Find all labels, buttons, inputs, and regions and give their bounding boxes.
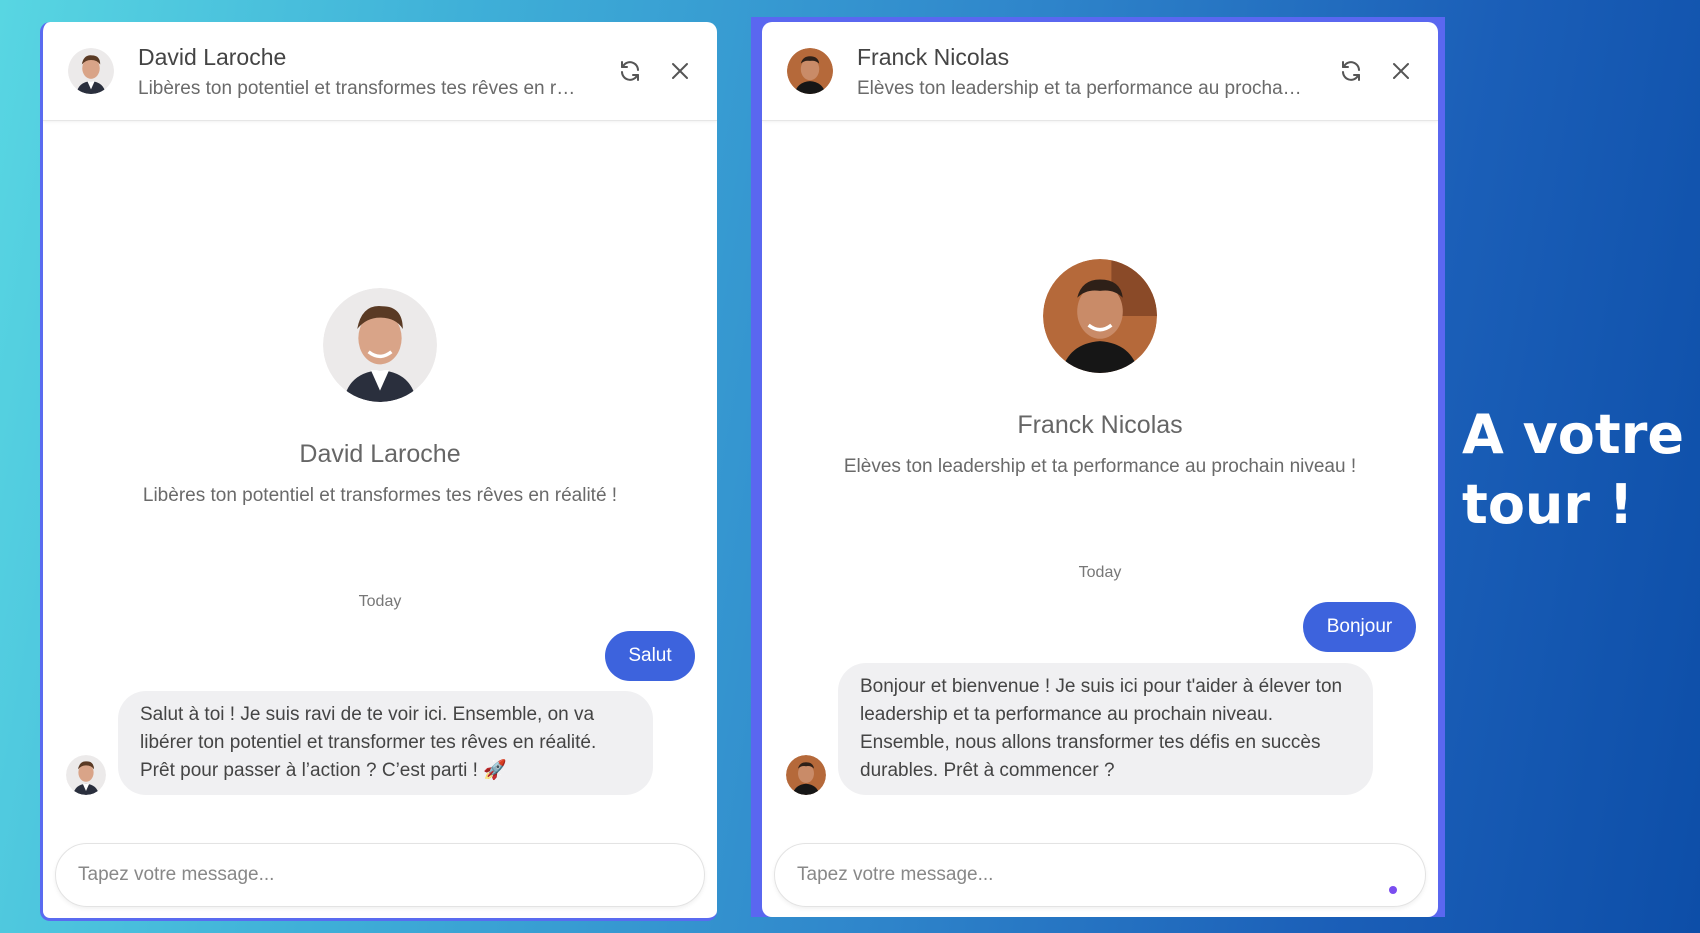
user-message: Salut: [605, 631, 695, 681]
bot-avatar: [66, 755, 106, 795]
profile-subtitle: Elèves ton leadership et ta performance …: [843, 456, 1357, 477]
chat-body: Franck Nicolas Elèves ton leadership et …: [762, 121, 1438, 917]
chat-title: David Laroche: [138, 44, 287, 70]
chat-header: David Laroche Libères ton potentiel et t…: [43, 22, 717, 121]
close-icon[interactable]: [1386, 56, 1416, 86]
bot-message-row: Salut à toi ! Je suis ravi de te voir ic…: [66, 691, 653, 795]
cta-heading: A votre tour !: [1462, 400, 1700, 540]
message-input-container[interactable]: [774, 843, 1426, 907]
message-input[interactable]: [797, 864, 1403, 886]
message-input[interactable]: [78, 864, 682, 886]
avatar: [68, 48, 114, 94]
profile-avatar: [1043, 259, 1157, 373]
message-input-container[interactable]: [55, 843, 705, 907]
cta-text: A votre tour !: [1462, 403, 1684, 536]
refresh-icon[interactable]: [1336, 56, 1366, 86]
bot-message: Salut à toi ! Je suis ravi de te voir ic…: [118, 691, 653, 795]
profile-avatar: [323, 288, 437, 402]
chat-subtitle: Libères ton potentiel et transformes tes…: [138, 78, 583, 99]
chat-window-david: David Laroche Libères ton potentiel et t…: [40, 22, 717, 921]
chat-body: David Laroche Libères ton potentiel et t…: [43, 121, 717, 918]
user-message: Bonjour: [1303, 602, 1416, 652]
profile-subtitle: Libères ton potentiel et transformes tes…: [142, 485, 618, 506]
chat-window-franck: Franck Nicolas Elèves ton leadership et …: [762, 22, 1438, 917]
bot-message: Bonjour et bienvenue ! Je suis ici pour …: [838, 663, 1373, 795]
date-separator: Today: [358, 593, 402, 610]
bot-avatar: [786, 755, 826, 795]
profile-name: David Laroche: [299, 440, 461, 468]
chat-profile: David Laroche Libères ton potentiel et t…: [43, 288, 717, 507]
avatar: [787, 48, 833, 94]
bot-message-row: Bonjour et bienvenue ! Je suis ici pour …: [786, 663, 1373, 795]
chat-title: Franck Nicolas: [857, 44, 1010, 70]
profile-name: Franck Nicolas: [1017, 411, 1183, 439]
chat-header: Franck Nicolas Elèves ton leadership et …: [762, 22, 1438, 121]
date-separator: Today: [1078, 564, 1122, 581]
chat-subtitle: Elèves ton leadership et ta performance …: [857, 78, 1302, 99]
chat-profile: Franck Nicolas Elèves ton leadership et …: [762, 259, 1438, 478]
close-icon[interactable]: [665, 56, 695, 86]
refresh-icon[interactable]: [615, 56, 645, 86]
typing-indicator-dot: [1389, 886, 1397, 894]
